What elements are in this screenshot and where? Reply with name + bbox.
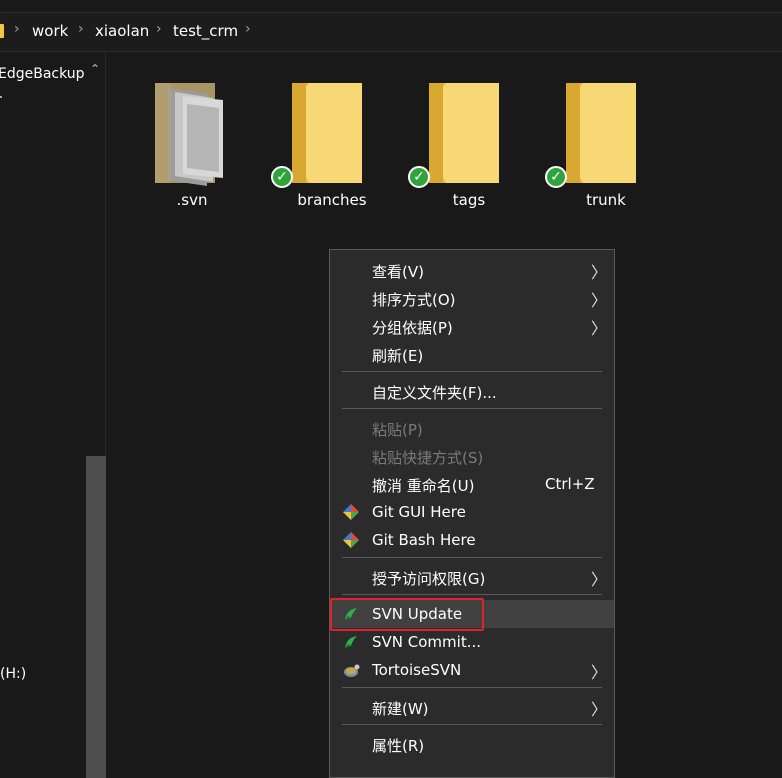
chevron-right-icon: 〉 [591, 319, 608, 338]
menu-item-svn-commit[interactable]: SVN Commit... [330, 628, 614, 656]
nav-dot [0, 96, 2, 98]
menu-item-tortoisesvn[interactable]: TortoiseSVN 〉 [330, 656, 614, 684]
git-bash-icon [343, 532, 359, 548]
menu-separator [342, 371, 602, 372]
menu-item-properties[interactable]: 属性(R) [330, 730, 614, 758]
menu-item-label: 分组依据(P) [372, 319, 453, 337]
svn-status-ok-icon: ✓ [545, 166, 567, 188]
svn-folder-icon [155, 83, 223, 186]
chevron-right-icon: 〉 [591, 291, 608, 310]
breadcrumb-item-xiaolan[interactable]: xiaolan [95, 22, 149, 40]
menu-item-label: TortoiseSVN [372, 661, 462, 679]
chevron-right-icon[interactable]: › [78, 21, 84, 37]
menu-separator [342, 408, 602, 409]
git-gui-icon [343, 504, 359, 520]
menu-item-label: 撤消 重命名(U) [372, 477, 475, 495]
chevron-right-icon[interactable]: › [156, 21, 162, 37]
menu-item-label: 授予访问权限(G) [372, 570, 486, 588]
menu-separator [342, 724, 602, 725]
file-name: branches [297, 191, 367, 209]
folder-icon [429, 83, 499, 183]
menu-item-label: 粘贴(P) [372, 421, 423, 439]
highlight-annotation [330, 598, 484, 631]
menu-separator [342, 557, 602, 558]
menu-separator [342, 594, 602, 595]
nav-item-drive-h[interactable]: (H:) [0, 666, 26, 682]
menu-item-shortcut: Ctrl+Z [545, 475, 595, 493]
chevron-right-icon: 〉 [591, 263, 608, 282]
file-name: trunk [586, 191, 626, 209]
menu-item-label: 排序方式(O) [372, 291, 456, 309]
svn-status-ok-icon: ✓ [408, 166, 430, 188]
menu-item-label: Git GUI Here [372, 503, 466, 521]
svn-commit-icon [345, 636, 357, 648]
menu-item-label: 新建(W) [372, 700, 429, 718]
menu-item-refresh[interactable]: 刷新(E) [330, 340, 614, 368]
svn-status-ok-icon: ✓ [271, 166, 293, 188]
folder-icon [0, 24, 4, 38]
explorer-window: › work › xiaolan › test_crm › EdgeBackup… [0, 0, 782, 778]
chevron-right-icon[interactable]: › [14, 21, 20, 37]
file-item[interactable]: .svn [137, 58, 247, 218]
menu-separator [342, 687, 602, 688]
menu-item-view[interactable]: 查看(V) 〉 [330, 256, 614, 284]
tortoisesvn-icon [344, 664, 360, 677]
chevron-up-icon[interactable]: ⌃ [90, 62, 100, 76]
breadcrumb-item-work[interactable]: work [32, 22, 68, 40]
breadcrumb[interactable]: › work › xiaolan › test_crm › [0, 13, 782, 51]
menu-item-new[interactable]: 新建(W) 〉 [330, 693, 614, 721]
address-bar[interactable]: › work › xiaolan › test_crm › [0, 12, 782, 52]
menu-item-customize-folder[interactable]: 自定义文件夹(F)... [330, 377, 614, 405]
menu-item-grant-access[interactable]: 授予访问权限(G) 〉 [330, 563, 614, 591]
file-item[interactable]: ✓ tags [408, 58, 524, 218]
file-item[interactable]: ✓ branches [271, 58, 387, 218]
menu-item-label: SVN Commit... [372, 633, 481, 651]
menu-item-label: 查看(V) [372, 263, 424, 281]
menu-item-sort[interactable]: 排序方式(O) 〉 [330, 284, 614, 312]
nav-item-edgebackup[interactable]: EdgeBackup [0, 66, 85, 82]
scrollbar[interactable] [86, 456, 106, 778]
chevron-right-icon: 〉 [591, 700, 608, 719]
menu-item-paste-shortcut[interactable]: 粘贴快捷方式(S) [330, 442, 614, 470]
context-menu: 查看(V) 〉 排序方式(O) 〉 分组依据(P) 〉 刷新(E) 自定义文件夹… [329, 249, 615, 778]
folder-icon [292, 83, 362, 183]
menu-item-group[interactable]: 分组依据(P) 〉 [330, 312, 614, 340]
chevron-right-icon: 〉 [591, 663, 608, 682]
menu-item-label: 自定义文件夹(F)... [372, 384, 497, 402]
file-name: tags [452, 191, 486, 209]
navigation-pane: EdgeBackup ⌃ (H:) [0, 52, 106, 778]
chevron-right-icon: 〉 [591, 570, 608, 589]
menu-item-git-gui[interactable]: Git GUI Here [330, 498, 614, 526]
menu-item-label: Git Bash Here [372, 531, 476, 549]
folder-icon [566, 83, 636, 183]
breadcrumb-item-test-crm[interactable]: test_crm [173, 22, 238, 40]
chevron-right-icon[interactable]: › [245, 21, 251, 37]
menu-item-label: 属性(R) [372, 737, 425, 755]
menu-item-label: 粘贴快捷方式(S) [372, 449, 484, 467]
menu-item-paste[interactable]: 粘贴(P) [330, 414, 614, 442]
menu-item-undo-rename[interactable]: 撤消 重命名(U) Ctrl+Z [330, 470, 614, 498]
file-name: .svn [176, 191, 208, 209]
menu-item-label: 刷新(E) [372, 347, 424, 365]
file-item[interactable]: ✓ trunk [545, 58, 661, 218]
menu-item-git-bash[interactable]: Git Bash Here [330, 526, 614, 554]
